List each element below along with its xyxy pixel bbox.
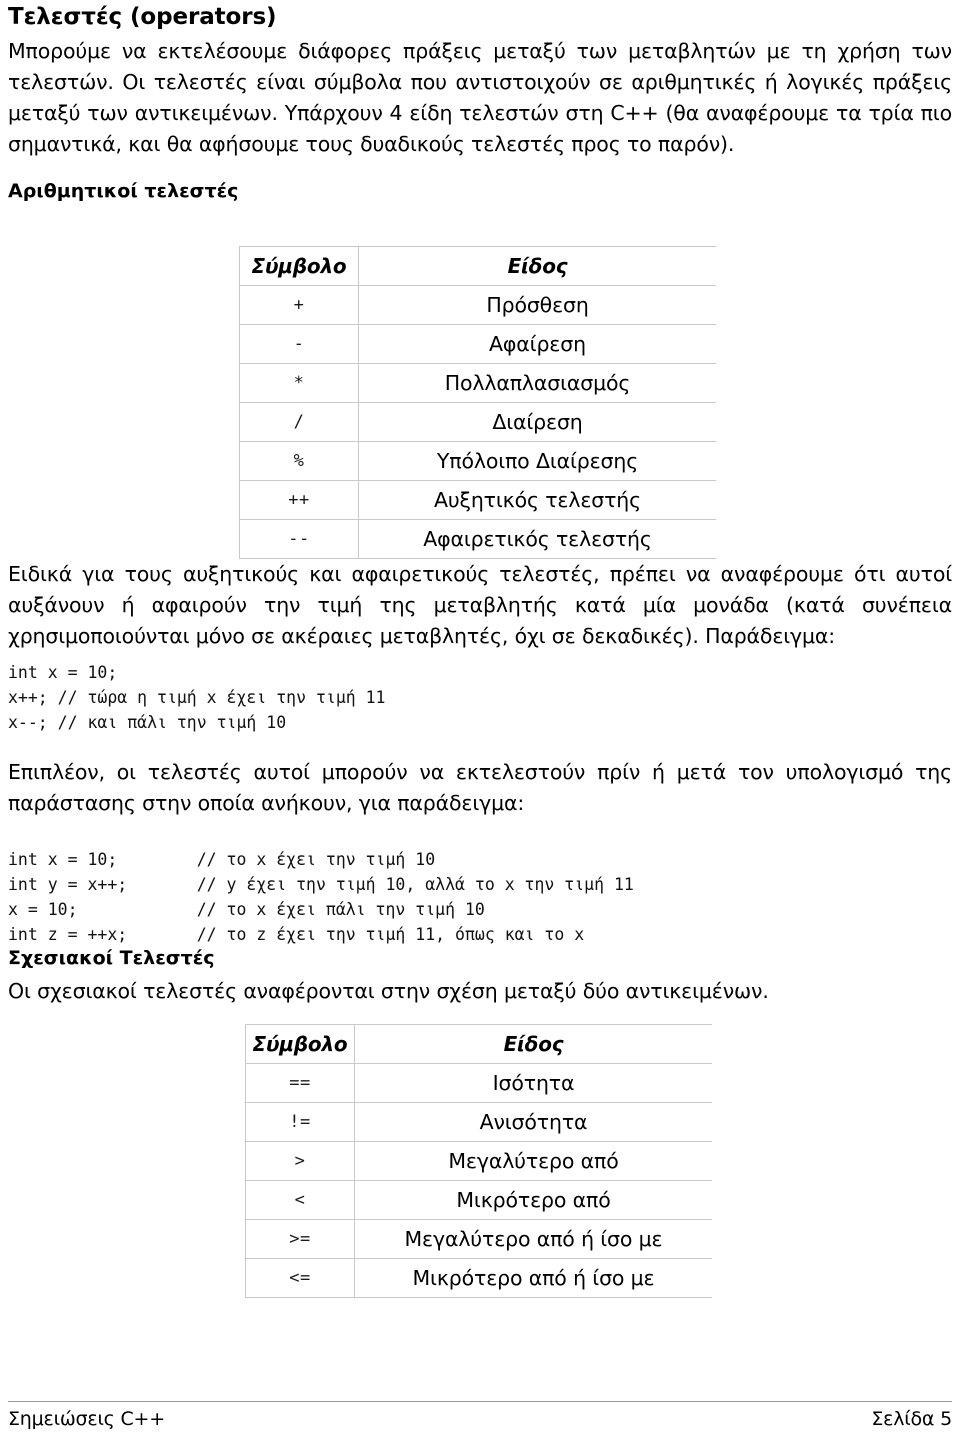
table-row: == Ισότητα (245, 1063, 712, 1104)
increment-decrement-paragraph: Ειδικά για τους αυξητικούς και αφαιρετικ… (8, 562, 952, 649)
column-header-symbol: Σύμβολο (239, 246, 359, 287)
table-row: - Αφαίρεση (239, 324, 716, 365)
page-title: Τελεστές (operators) (8, 4, 277, 30)
operator-symbol: / (239, 402, 359, 443)
operator-kind: Μικρότερο από ή ίσο με (354, 1258, 712, 1299)
operator-symbol: ++ (239, 480, 359, 521)
operator-kind: Ισότητα (354, 1063, 712, 1104)
operator-kind: Υπόλοιπο Διαίρεσης (358, 441, 716, 482)
table-row: / Διαίρεση (239, 402, 716, 443)
operator-kind: Διαίρεση (358, 402, 716, 443)
table-row: -- Αφαιρετικός τελεστής (239, 519, 716, 560)
table-row: % Υπόλοιπο Διαίρεσης (239, 441, 716, 482)
operator-symbol: > (245, 1141, 355, 1182)
prefix-postfix-paragraph: Επιπλέον, οι τελεστές αυτοί μπορούν να ε… (8, 760, 952, 816)
table-row: ++ Αυξητικός τελεστής (239, 480, 716, 521)
relational-operators-table: Σύμβολο Είδος == Ισότητα != Ανισότητα > … (245, 1024, 712, 1299)
footer-left-text: Σημειώσεις C++ (8, 1408, 165, 1430)
footer-page-number: Σελίδα 5 (871, 1408, 952, 1430)
operator-symbol: != (245, 1102, 355, 1143)
table-row: > Μεγαλύτερο από (245, 1141, 712, 1182)
relational-paragraph: Οι σχεσιακοί τελεστές αναφέρονται στην σ… (8, 979, 769, 1004)
table-row: < Μικρότερο από (245, 1180, 712, 1221)
code-example-increment: int x = 10; x++; // τώρα η τιμή x έχει τ… (8, 663, 386, 733)
table-body: == Ισότητα != Ανισότητα > Μεγαλύτερο από… (245, 1063, 712, 1299)
column-header-kind: Είδος (358, 246, 716, 287)
operator-symbol: >= (245, 1219, 355, 1260)
table-row: + Πρόσθεση (239, 285, 716, 326)
operator-kind: Αφαίρεση (358, 324, 716, 365)
document-page: Τελεστές (operators) Μπορούμε να εκτελέσ… (0, 0, 960, 1438)
operator-kind: Μικρότερο από (354, 1180, 712, 1221)
table-header: Σύμβολο Είδος (245, 1024, 712, 1065)
table-body: + Πρόσθεση - Αφαίρεση * Πολλαπλασιασμός … (239, 285, 716, 560)
arithmetic-operators-table: Σύμβολο Είδος + Πρόσθεση - Αφαίρεση * Πο… (239, 246, 716, 560)
operator-kind: Μεγαλύτερο από ή ίσο με (354, 1219, 712, 1260)
operator-kind: Πολλαπλασιασμός (358, 363, 716, 404)
intro-paragraph: Μπορούμε να εκτελέσουμε διάφορες πράξεις… (8, 39, 952, 157)
operator-symbol: -- (239, 519, 359, 560)
table-header: Σύμβολο Είδος (239, 246, 716, 287)
operator-symbol: == (245, 1063, 355, 1104)
operator-kind: Μεγαλύτερο από (354, 1141, 712, 1182)
operator-symbol: - (239, 324, 359, 365)
page-footer: Σημειώσεις C++ Σελίδα 5 (8, 1401, 952, 1430)
operator-symbol: % (239, 441, 359, 482)
operator-symbol: * (239, 363, 359, 404)
operator-kind: Πρόσθεση (358, 285, 716, 326)
operator-symbol: <= (245, 1258, 355, 1299)
code-example-prefix-postfix: int x = 10; // το x έχει την τιμή 10 int… (8, 850, 634, 945)
operator-symbol: + (239, 285, 359, 326)
column-header-symbol: Σύμβολο (245, 1024, 355, 1065)
table-row: * Πολλαπλασιασμός (239, 363, 716, 404)
table-header-row: Σύμβολο Είδος (239, 246, 716, 287)
operator-kind: Ανισότητα (354, 1102, 712, 1143)
arithmetic-operators-heading: Αριθμητικοί τελεστές (8, 180, 239, 203)
table-row: != Ανισότητα (245, 1102, 712, 1143)
table-row: >= Μεγαλύτερο από ή ίσο με (245, 1219, 712, 1260)
relational-table-container: Σύμβολο Είδος == Ισότητα != Ανισότητα > … (8, 1024, 952, 1299)
table-header-row: Σύμβολο Είδος (245, 1024, 712, 1065)
arithmetic-table-container: Σύμβολο Είδος + Πρόσθεση - Αφαίρεση * Πο… (8, 246, 952, 560)
relational-operators-heading: Σχεσιακοί Τελεστές (8, 947, 215, 970)
operator-kind: Αφαιρετικός τελεστής (358, 519, 716, 560)
column-header-kind: Είδος (354, 1024, 712, 1065)
table-row: <= Μικρότερο από ή ίσο με (245, 1258, 712, 1299)
operator-kind: Αυξητικός τελεστής (358, 480, 716, 521)
operator-symbol: < (245, 1180, 355, 1221)
